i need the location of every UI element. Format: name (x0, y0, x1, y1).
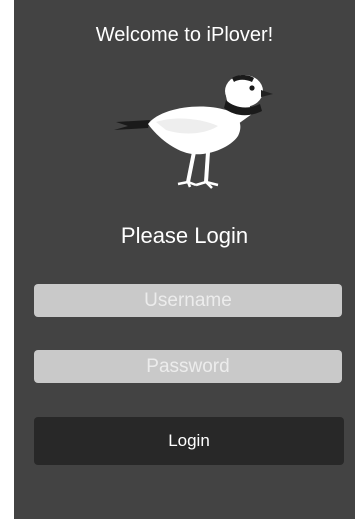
page-title: Welcome to iPlover! (95, 24, 274, 46)
piping-plover-bird-icon (114, 75, 273, 189)
username-field[interactable] (34, 284, 342, 317)
login-button[interactable]: Login (34, 417, 344, 465)
login-heading: Please Login (120, 223, 249, 248)
login-screen: Welcome to iPlover! Please Login Login (14, 0, 355, 519)
password-field[interactable] (34, 350, 342, 383)
